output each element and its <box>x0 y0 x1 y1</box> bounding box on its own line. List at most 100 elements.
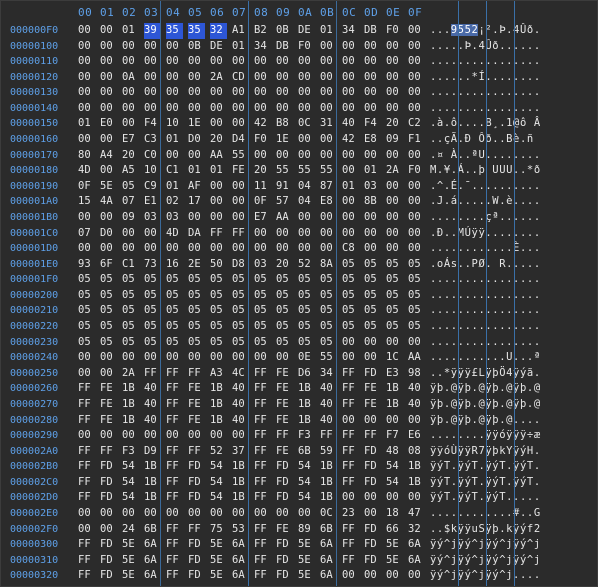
hex-byte[interactable]: 00 <box>144 101 161 117</box>
hex-byte[interactable]: FE <box>188 413 205 429</box>
hex-byte[interactable]: 00 <box>232 85 249 101</box>
hex-byte[interactable]: 05 <box>144 272 161 288</box>
hex-byte[interactable]: 05 <box>364 272 381 288</box>
hex-byte[interactable]: FF <box>78 381 95 397</box>
hex-byte[interactable]: 05 <box>232 272 249 288</box>
hex-byte[interactable]: 00 <box>320 85 337 101</box>
hex-byte[interactable]: 00 <box>298 70 315 86</box>
ascii-selected-text[interactable]: 9552 <box>450 24 479 36</box>
hex-byte[interactable]: AA <box>408 350 425 366</box>
hex-byte[interactable]: FD <box>100 459 117 475</box>
hex-byte[interactable]: 00 <box>78 350 95 366</box>
hex-byte[interactable]: 05 <box>298 335 315 351</box>
hex-byte[interactable]: 00 <box>408 148 425 164</box>
hex-byte[interactable]: FF <box>166 381 183 397</box>
hex-byte[interactable]: FE <box>100 397 117 413</box>
hex-byte[interactable]: 00 <box>386 335 403 351</box>
hex-byte[interactable]: 15 <box>78 194 95 210</box>
hex-byte[interactable]: 00 <box>100 70 117 86</box>
hex-byte[interactable]: 05 <box>210 288 227 304</box>
hex-byte[interactable]: 00 <box>364 335 381 351</box>
hex-byte[interactable]: E7 <box>254 210 271 226</box>
hex-byte[interactable]: 05 <box>364 257 381 273</box>
hex-byte[interactable]: 04 <box>298 179 315 195</box>
hex-byte[interactable]: 00 <box>232 54 249 70</box>
hex-byte[interactable]: 05 <box>298 272 315 288</box>
hex-byte[interactable]: 2A <box>210 70 227 86</box>
hex-byte[interactable]: C2 <box>408 116 425 132</box>
hex-byte[interactable]: 05 <box>144 303 161 319</box>
hex-byte[interactable]: 05 <box>386 272 403 288</box>
hex-byte[interactable]: FD <box>276 490 293 506</box>
hex-byte[interactable]: 00 <box>276 241 293 257</box>
hex-byte[interactable]: FF <box>342 428 359 444</box>
hex-byte[interactable]: 55 <box>298 163 315 179</box>
hex-byte[interactable]: 00 <box>166 70 183 86</box>
hex-byte[interactable]: 05 <box>298 303 315 319</box>
hex-byte[interactable]: 00 <box>298 506 315 522</box>
hex-byte[interactable]: 00 <box>408 210 425 226</box>
hex-byte[interactable]: 1B <box>408 475 425 491</box>
hex-byte[interactable]: 01 <box>342 179 359 195</box>
hex-byte[interactable]: 00 <box>254 54 271 70</box>
hex-byte[interactable]: FD <box>364 444 381 460</box>
hex-byte[interactable]: 55 <box>320 163 337 179</box>
hex-byte[interactable]: 05 <box>232 319 249 335</box>
hex-byte[interactable]: 2E <box>188 257 205 273</box>
hex-byte[interactable]: 00 <box>122 241 139 257</box>
hex-byte[interactable]: 00 <box>408 54 425 70</box>
hex-byte[interactable]: 2A <box>386 163 403 179</box>
hex-byte[interactable]: FF <box>78 553 95 569</box>
hex-byte[interactable]: 05 <box>254 303 271 319</box>
hex-byte[interactable]: FF <box>364 428 381 444</box>
hex-byte[interactable]: 40 <box>320 397 337 413</box>
hex-byte[interactable]: 16 <box>166 257 183 273</box>
hex-byte[interactable]: 1E <box>188 116 205 132</box>
hex-byte[interactable]: A3 <box>210 366 227 382</box>
hex-byte[interactable]: 5E <box>386 537 403 553</box>
hex-byte[interactable]: 00 <box>232 179 249 195</box>
hex-row[interactable]: 00000240 00 00 00 00 00 00 00 00 00 00 0E 55 00 00 1C AA… <box>1 350 597 366</box>
hex-byte[interactable]: 1B <box>408 459 425 475</box>
hex-byte[interactable]: 0F <box>78 179 95 195</box>
hex-byte[interactable]: FF <box>254 568 271 584</box>
hex-byte[interactable]: 1B <box>210 381 227 397</box>
hex-byte[interactable]: 00 <box>188 241 205 257</box>
hex-byte[interactable]: FE <box>100 413 117 429</box>
hex-byte[interactable]: 05 <box>276 272 293 288</box>
hex-byte[interactable]: FD <box>188 537 205 553</box>
hex-byte[interactable]: 40 <box>232 381 249 397</box>
hex-byte[interactable]: FF <box>342 475 359 491</box>
hex-byte[interactable]: 40 <box>320 413 337 429</box>
hex-byte[interactable]: 05 <box>386 288 403 304</box>
hex-byte[interactable]: 20 <box>276 257 293 273</box>
hex-byte[interactable]: 55 <box>276 163 293 179</box>
hex-byte[interactable]: 00 <box>210 101 227 117</box>
hex-byte[interactable]: FF <box>254 428 271 444</box>
hex-byte[interactable]: 00 <box>166 506 183 522</box>
hex-byte[interactable]: FE <box>364 397 381 413</box>
hex-byte[interactable]: 05 <box>78 319 95 335</box>
hex-byte[interactable]: E8 <box>364 132 381 148</box>
hex-byte[interactable]: 05 <box>122 288 139 304</box>
hex-byte[interactable]: 00 <box>78 522 95 538</box>
hex-byte[interactable]: 00 <box>210 116 227 132</box>
hex-byte[interactable]: FF <box>232 226 249 242</box>
hex-byte[interactable]: 00 <box>166 148 183 164</box>
hex-byte[interactable]: 00 <box>232 506 249 522</box>
hex-byte[interactable]: 04 <box>298 194 315 210</box>
hex-byte[interactable]: 24 <box>122 522 139 538</box>
hex-byte[interactable]: B2 <box>254 23 271 39</box>
hex-byte[interactable]: 6A <box>144 568 161 584</box>
hex-byte[interactable]: 5E <box>122 537 139 553</box>
hex-byte[interactable]: 6F <box>100 257 117 273</box>
hex-byte[interactable]: FD <box>100 568 117 584</box>
hex-row[interactable]: 00000210 05 05 05 05 05 05 05 05 05 05 05 05 05 05 05 05… <box>1 303 597 319</box>
hex-byte[interactable]: 00 <box>276 101 293 117</box>
hex-byte[interactable]: FD <box>276 553 293 569</box>
hex-byte[interactable]: 6B <box>144 522 161 538</box>
hex-row[interactable]: 00000250 00 00 2A FF FF FF A3 4C FF FE D6 34 FF FD E3 98… <box>1 366 597 382</box>
hex-byte[interactable]: FF <box>342 522 359 538</box>
hex-byte[interactable]: 00 <box>232 194 249 210</box>
hex-byte[interactable]: DA <box>188 226 205 242</box>
